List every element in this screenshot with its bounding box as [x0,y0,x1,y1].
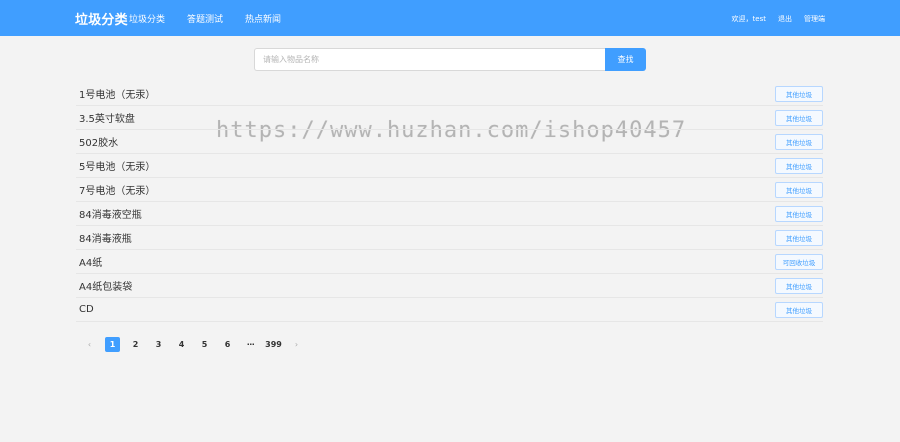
prev-page-icon[interactable]: ‹ [82,337,97,352]
pagination: ‹ 1 2 3 4 5 6 ··· 399 › [82,337,304,352]
list-item: CD 其他垃圾 [76,298,823,322]
list-item: 7号电池（无汞） 其他垃圾 [76,178,823,202]
list-item: 84消毒液瓶 其他垃圾 [76,226,823,250]
next-page-icon[interactable]: › [289,337,304,352]
list-item: 1号电池（无汞） 其他垃圾 [76,82,823,106]
nav-item-classify[interactable]: 垃圾分类 [129,12,165,25]
list-item: 84消毒液空瓶 其他垃圾 [76,202,823,226]
category-tag[interactable]: 其他垃圾 [775,205,823,222]
category-tag[interactable]: 其他垃圾 [775,85,823,102]
item-name: A4纸包装袋 [79,282,133,293]
page-6[interactable]: 6 [220,337,235,352]
category-tag[interactable]: 其他垃圾 [775,277,823,294]
list-item: 502胶水 其他垃圾 [76,130,823,154]
item-name: A4纸 [79,258,103,269]
item-name: 3.5英寸软盘 [79,114,135,125]
brand-title[interactable]: 垃圾分类 [75,9,128,28]
page-5[interactable]: 5 [197,337,212,352]
category-tag[interactable]: 可回收垃圾 [775,253,823,270]
category-tag[interactable]: 其他垃圾 [775,109,823,126]
main-nav: 垃圾分类 答题测试 热点新闻 [129,12,281,25]
category-tag[interactable]: 其他垃圾 [775,229,823,246]
page-2[interactable]: 2 [128,337,143,352]
search-button[interactable]: 查找 [605,48,646,71]
user-nav: 欢迎，test 退出 管理端 [732,14,825,24]
logout-link[interactable]: 退出 [778,14,792,24]
item-list: 1号电池（无汞） 其他垃圾 3.5英寸软盘 其他垃圾 502胶水 其他垃圾 5号… [76,82,823,322]
category-tag[interactable]: 其他垃圾 [775,133,823,150]
item-name: 7号电池（无汞） [79,186,156,197]
list-item: A4纸包装袋 其他垃圾 [76,274,823,298]
nav-item-quiz[interactable]: 答题测试 [187,12,223,25]
search-input[interactable] [254,48,605,71]
list-item: 5号电池（无汞） 其他垃圾 [76,154,823,178]
nav-item-news[interactable]: 热点新闻 [245,12,281,25]
category-tag[interactable]: 其他垃圾 [775,157,823,174]
item-name: 1号电池（无汞） [79,90,156,101]
category-tag[interactable]: 其他垃圾 [775,301,823,318]
list-item: 3.5英寸软盘 其他垃圾 [76,106,823,130]
item-name: 84消毒液空瓶 [79,210,142,221]
top-navbar: 垃圾分类 垃圾分类 答题测试 热点新闻 欢迎，test 退出 管理端 [0,0,900,36]
item-name: 5号电池（无汞） [79,162,156,173]
category-tag[interactable]: 其他垃圾 [775,181,823,198]
item-name: 502胶水 [79,138,119,149]
admin-link[interactable]: 管理端 [804,14,825,24]
item-name: 84消毒液瓶 [79,234,132,245]
item-name: CD [79,304,94,315]
page-4[interactable]: 4 [174,337,189,352]
page-399[interactable]: 399 [265,337,282,352]
search-bar: 查找 [254,48,646,71]
page-3[interactable]: 3 [151,337,166,352]
welcome-user[interactable]: 欢迎，test [732,14,766,24]
list-item: A4纸 可回收垃圾 [76,250,823,274]
page-1[interactable]: 1 [105,337,120,352]
page-ellipsis[interactable]: ··· [243,337,258,352]
